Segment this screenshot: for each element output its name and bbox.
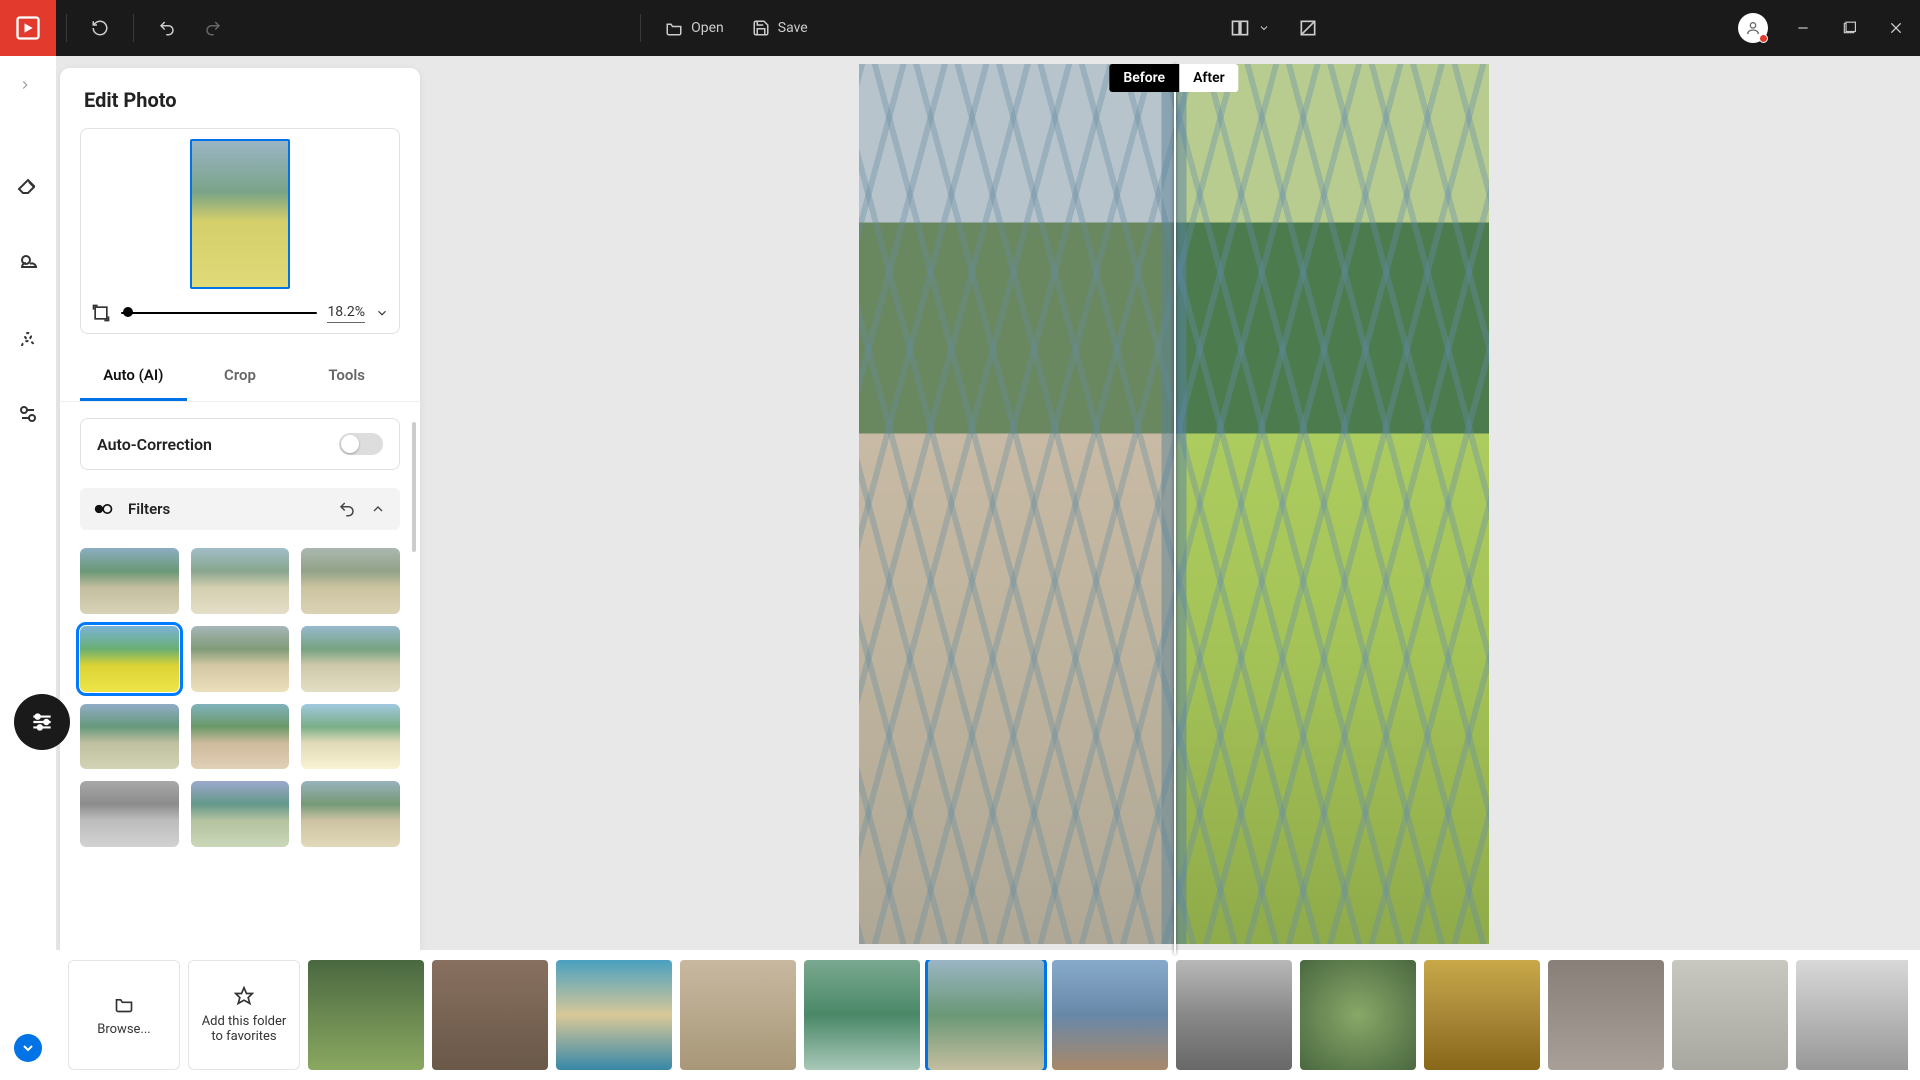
tab-tools[interactable]: Tools	[293, 352, 400, 401]
preview-card: 18.2%	[80, 128, 400, 334]
browse-label: Browse...	[97, 1022, 150, 1037]
collapse-filters-icon[interactable]	[370, 501, 386, 517]
filter-thumb[interactable]	[191, 626, 290, 692]
filter-thumb[interactable]	[301, 626, 400, 692]
folder-open-icon	[665, 19, 683, 37]
close-button[interactable]	[1872, 0, 1920, 56]
filter-grid	[80, 548, 400, 857]
rail-cutout[interactable]	[12, 322, 44, 354]
reset-filters-icon[interactable]	[338, 500, 356, 518]
filter-thumb[interactable]	[301, 704, 400, 770]
strip-thumb[interactable]	[804, 960, 920, 1070]
label-after: After	[1179, 64, 1239, 92]
filter-thumb[interactable]	[301, 781, 400, 847]
filter-thumb[interactable]	[80, 704, 179, 770]
strip-thumb[interactable]	[680, 960, 796, 1070]
filter-thumb[interactable]	[80, 781, 179, 847]
redo-icon	[204, 19, 222, 37]
account-button[interactable]	[1738, 13, 1768, 43]
save-label: Save	[778, 20, 808, 36]
split-view-icon	[1230, 18, 1250, 38]
rail-sky[interactable]	[12, 246, 44, 278]
strip-thumb-selected[interactable]	[928, 960, 1044, 1070]
filter-thumb[interactable]	[191, 781, 290, 847]
undo-button[interactable]	[144, 0, 190, 56]
tab-auto-ai[interactable]: Auto (AI)	[80, 352, 187, 401]
rail-erase[interactable]	[12, 170, 44, 202]
filters-header[interactable]: Filters	[80, 488, 400, 530]
minimize-button[interactable]	[1780, 0, 1826, 56]
filmstrip: Browse... Add this folder to favorites	[56, 950, 1920, 1080]
zoom-value[interactable]: 18.2%	[327, 304, 365, 323]
compare-view[interactable]: Before After	[859, 64, 1489, 944]
topbar: Open Save	[0, 0, 1920, 56]
tab-crop[interactable]: Crop	[187, 352, 294, 401]
notification-dot	[1759, 34, 1768, 43]
strip-thumb[interactable]	[1300, 960, 1416, 1070]
filter-thumb[interactable]	[301, 548, 400, 614]
single-view-icon	[1298, 18, 1318, 38]
open-button[interactable]: Open	[651, 0, 738, 56]
expand-rail-button[interactable]	[18, 78, 32, 92]
strip-thumb[interactable]	[1424, 960, 1540, 1070]
undo-all-icon	[91, 19, 109, 37]
rail-collapse-button[interactable]	[14, 1034, 42, 1062]
fit-icon[interactable]	[91, 303, 111, 323]
maximize-button[interactable]	[1826, 0, 1872, 56]
filter-thumb-selected[interactable]	[80, 626, 179, 692]
autocorrection-toggle[interactable]	[339, 433, 383, 455]
strip-thumb[interactable]	[1176, 960, 1292, 1070]
autocorrection-row: Auto-Correction	[80, 418, 400, 470]
label-before: Before	[1109, 64, 1179, 92]
zoom-slider[interactable]	[121, 312, 317, 314]
open-label: Open	[691, 20, 724, 36]
strip-thumb[interactable]	[1796, 960, 1908, 1070]
edit-tabs: Auto (AI) Crop Tools	[60, 352, 420, 402]
star-icon	[234, 986, 254, 1006]
add-favorites-button[interactable]: Add this folder to favorites	[188, 960, 300, 1070]
filter-thumb[interactable]	[191, 548, 290, 614]
strip-thumb[interactable]	[1672, 960, 1788, 1070]
compare-handle[interactable]	[1174, 64, 1176, 954]
undo-icon	[158, 19, 176, 37]
save-icon	[752, 19, 770, 37]
save-button[interactable]: Save	[738, 0, 822, 56]
left-rail	[0, 56, 56, 1080]
chevron-down-icon[interactable]	[375, 306, 389, 320]
browse-button[interactable]: Browse...	[68, 960, 180, 1070]
filters-icon	[94, 501, 114, 517]
strip-thumb[interactable]	[1548, 960, 1664, 1070]
filter-thumb[interactable]	[191, 704, 290, 770]
autocorrection-label: Auto-Correction	[97, 435, 212, 454]
canvas-area: Before After	[428, 56, 1920, 1080]
app-logo[interactable]	[0, 0, 56, 56]
redo-button[interactable]	[190, 0, 236, 56]
favorites-label: Add this folder to favorites	[197, 1014, 291, 1044]
user-icon	[1745, 20, 1761, 36]
strip-thumb[interactable]	[432, 960, 548, 1070]
chevron-down-icon	[1258, 22, 1270, 34]
compare-view-button[interactable]	[1216, 0, 1284, 56]
strip-thumb[interactable]	[308, 960, 424, 1070]
no-compare-button[interactable]	[1284, 0, 1332, 56]
preview-thumbnail[interactable]	[190, 139, 290, 289]
rail-replace[interactable]	[12, 398, 44, 430]
strip-thumb[interactable]	[556, 960, 672, 1070]
reset-button[interactable]	[77, 0, 123, 56]
filters-label: Filters	[128, 500, 324, 518]
panel-title: Edit Photo	[60, 88, 420, 128]
strip-thumb[interactable]	[1052, 960, 1168, 1070]
filter-thumb[interactable]	[80, 548, 179, 614]
edit-panel: Edit Photo 18.2% Auto (AI) Crop Tools Au…	[60, 68, 420, 1068]
folder-icon	[114, 994, 134, 1014]
